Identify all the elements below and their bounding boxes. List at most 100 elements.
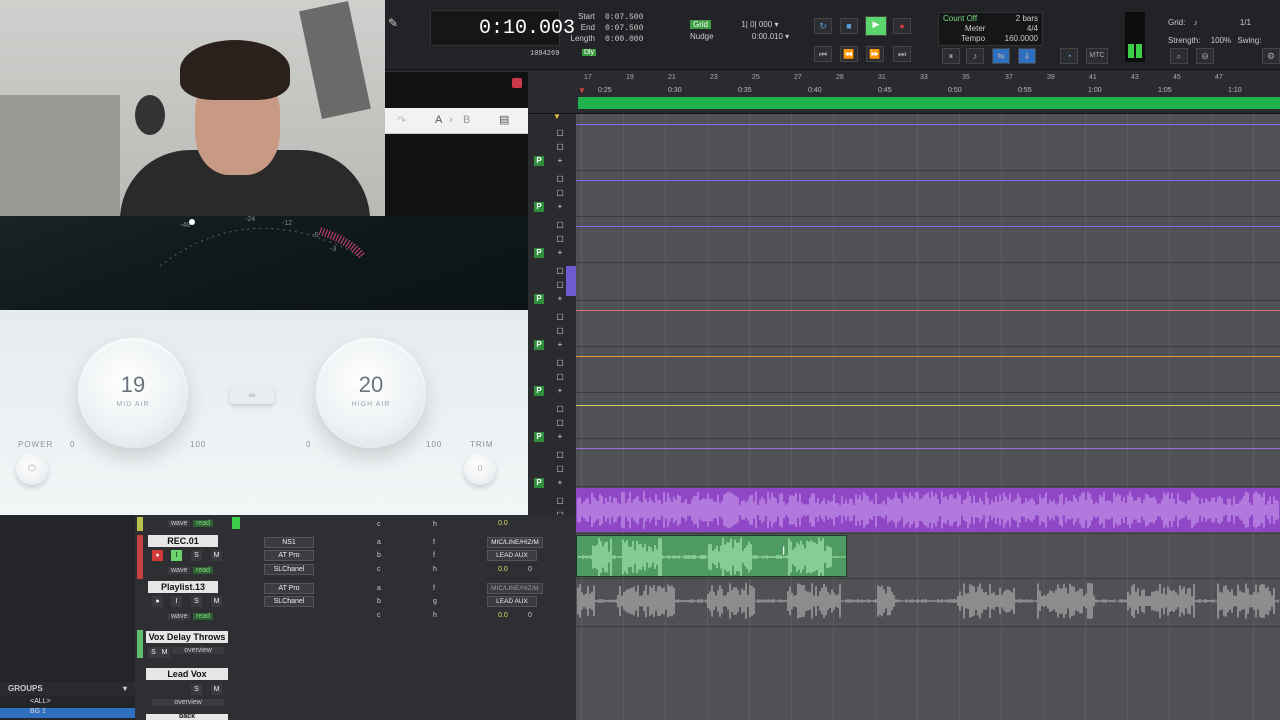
input-selector[interactable]: MIC/LINE/HIZ/M [487, 583, 543, 594]
end-button[interactable]: ⏭ [893, 46, 911, 62]
volume-value[interactable]: 0.0 [498, 612, 508, 619]
lane-button[interactable] [540, 496, 550, 506]
output-selector[interactable]: LEAD AUX [487, 550, 537, 561]
track-name-rec01[interactable]: REC.01 [148, 535, 218, 547]
volume-value[interactable]: 0.0 [498, 520, 508, 527]
lane-button[interactable]: ▢ [555, 372, 565, 382]
automation-mode[interactable]: read [193, 613, 214, 620]
pan-value[interactable]: 0 [528, 566, 532, 573]
main-counter[interactable]: 0:10.003 [430, 10, 575, 46]
lane-button[interactable]: ▢ [555, 266, 565, 276]
close-icon[interactable] [512, 78, 522, 88]
tempo-value[interactable]: 160.0000 [1005, 34, 1038, 44]
lane-button[interactable]: ▢ [555, 418, 565, 428]
loop-icon[interactable]: ↻ [814, 18, 832, 34]
insert-slot[interactable]: SLChanel [264, 564, 314, 575]
send-slot[interactable]: f [433, 539, 435, 546]
lane-button[interactable] [540, 188, 550, 198]
send-slot[interactable]: b [377, 598, 381, 605]
mtc-button[interactable]: MTC [1086, 48, 1108, 64]
edit-window-tracks[interactable] [576, 114, 1280, 720]
lane-button[interactable]: ▢ [555, 496, 565, 506]
settings-icon[interactable]: ⚙ [1262, 48, 1280, 64]
add-lane-button[interactable]: + [555, 248, 565, 258]
playlist-button[interactable]: P [534, 340, 544, 350]
grid-right-value[interactable]: 1/1 [1240, 18, 1251, 27]
ab-b-button[interactable]: B [463, 114, 470, 126]
lane-button[interactable] [540, 234, 550, 244]
lane-button[interactable] [540, 326, 550, 336]
link-button[interactable]: ∞ [230, 386, 274, 404]
playlist-button[interactable]: P [534, 248, 544, 258]
lane-button[interactable]: ▢ [555, 188, 565, 198]
track-view[interactable]: wave [168, 520, 191, 527]
track-name-vox-delay[interactable]: Vox Delay Throws [146, 631, 228, 643]
audio-clip-rec01[interactable] [576, 535, 847, 577]
meter-value[interactable]: 4/4 [1027, 24, 1038, 34]
start-value[interactable]: 0:07.500 [605, 13, 643, 22]
record-button[interactable]: ● [893, 18, 911, 34]
add-lane-button[interactable]: + [555, 478, 565, 488]
stop-button[interactable]: ■ [840, 18, 858, 34]
rewind-button[interactable]: ⏪ [840, 46, 858, 62]
playlist-button[interactable]: P [534, 294, 544, 304]
pencil-icon[interactable]: ✎ [388, 16, 400, 32]
lane-button[interactable]: ▢ [555, 404, 565, 414]
send-slot[interactable]: h [433, 566, 437, 573]
strength-value[interactable]: 100% [1211, 36, 1231, 45]
lane-button[interactable]: ▢ [555, 464, 565, 474]
end-value[interactable]: 0:07.500 [605, 24, 643, 33]
group-item-all[interactable]: <ALL> [0, 698, 135, 708]
lane-button[interactable] [540, 174, 550, 184]
insert-slot[interactable]: SLChanel [264, 596, 314, 607]
mute-button[interactable]: M [211, 596, 222, 607]
mid-air-knob[interactable]: 19 MID AIR [78, 338, 188, 448]
track-view[interactable]: wave [168, 567, 191, 574]
high-air-knob[interactable]: 20 HIGH AIR [316, 338, 426, 448]
mute-button[interactable]: M [211, 550, 222, 561]
send-slot[interactable]: f [433, 585, 435, 592]
playlist-button[interactable]: P [534, 202, 544, 212]
pan-value[interactable]: 0 [528, 612, 532, 619]
online-icon[interactable]: ◔ [1060, 48, 1078, 64]
solo-button[interactable]: S [191, 550, 202, 561]
lane-button[interactable] [540, 266, 550, 276]
output-selector[interactable]: LEAD AUX [487, 596, 537, 607]
mute-button[interactable]: M [211, 684, 222, 695]
record-arm-button[interactable]: ● [152, 550, 163, 561]
midi-merge-icon[interactable]: ⏸ [942, 48, 960, 64]
lane-button[interactable]: ▢ [555, 234, 565, 244]
send-slot[interactable]: g [433, 598, 437, 605]
grid-label[interactable]: Grid [690, 20, 712, 29]
zoom-out-icon[interactable]: ⊖ [1196, 48, 1214, 64]
add-lane-button[interactable]: + [555, 340, 565, 350]
lane-button[interactable] [540, 280, 550, 290]
send-slot[interactable]: h [433, 521, 437, 528]
send-slot[interactable]: b [377, 552, 381, 559]
audio-clip-playlist13[interactable] [576, 580, 1280, 622]
audio-clip-purple[interactable] [576, 488, 1280, 532]
insert-slot[interactable]: NS1 [264, 537, 314, 548]
grid-value[interactable]: 1| 0| 000 [741, 20, 772, 29]
redo-icon[interactable]: ↷ [397, 114, 406, 127]
track-view[interactable]: wave [168, 613, 191, 620]
lane-button[interactable] [540, 220, 550, 230]
lane-button[interactable] [540, 142, 550, 152]
comment-icon[interactable]: ▤ [499, 113, 509, 126]
lane-button[interactable] [540, 312, 550, 322]
automation-mode[interactable]: read [193, 520, 214, 527]
automation-mode[interactable]: read [193, 567, 214, 574]
count-off-label[interactable]: Count Off [943, 14, 977, 23]
track-name-playlist13[interactable]: Playlist.13 [148, 581, 218, 593]
send-slot[interactable]: c [377, 612, 381, 619]
send-slot[interactable]: c [377, 566, 381, 573]
lane-button[interactable]: ▢ [555, 174, 565, 184]
add-lane-button[interactable]: + [555, 156, 565, 166]
insert-slot[interactable]: AT Pro [264, 550, 314, 561]
forward-button[interactable]: ⏩ [866, 46, 884, 62]
length-value[interactable]: 0:00.000 [605, 35, 643, 44]
lane-button[interactable] [540, 128, 550, 138]
group-item-bg1[interactable]: BG 1 [0, 708, 135, 718]
zoom-icon[interactable]: ⌕ [1170, 48, 1188, 64]
send-slot[interactable]: a [377, 539, 381, 546]
